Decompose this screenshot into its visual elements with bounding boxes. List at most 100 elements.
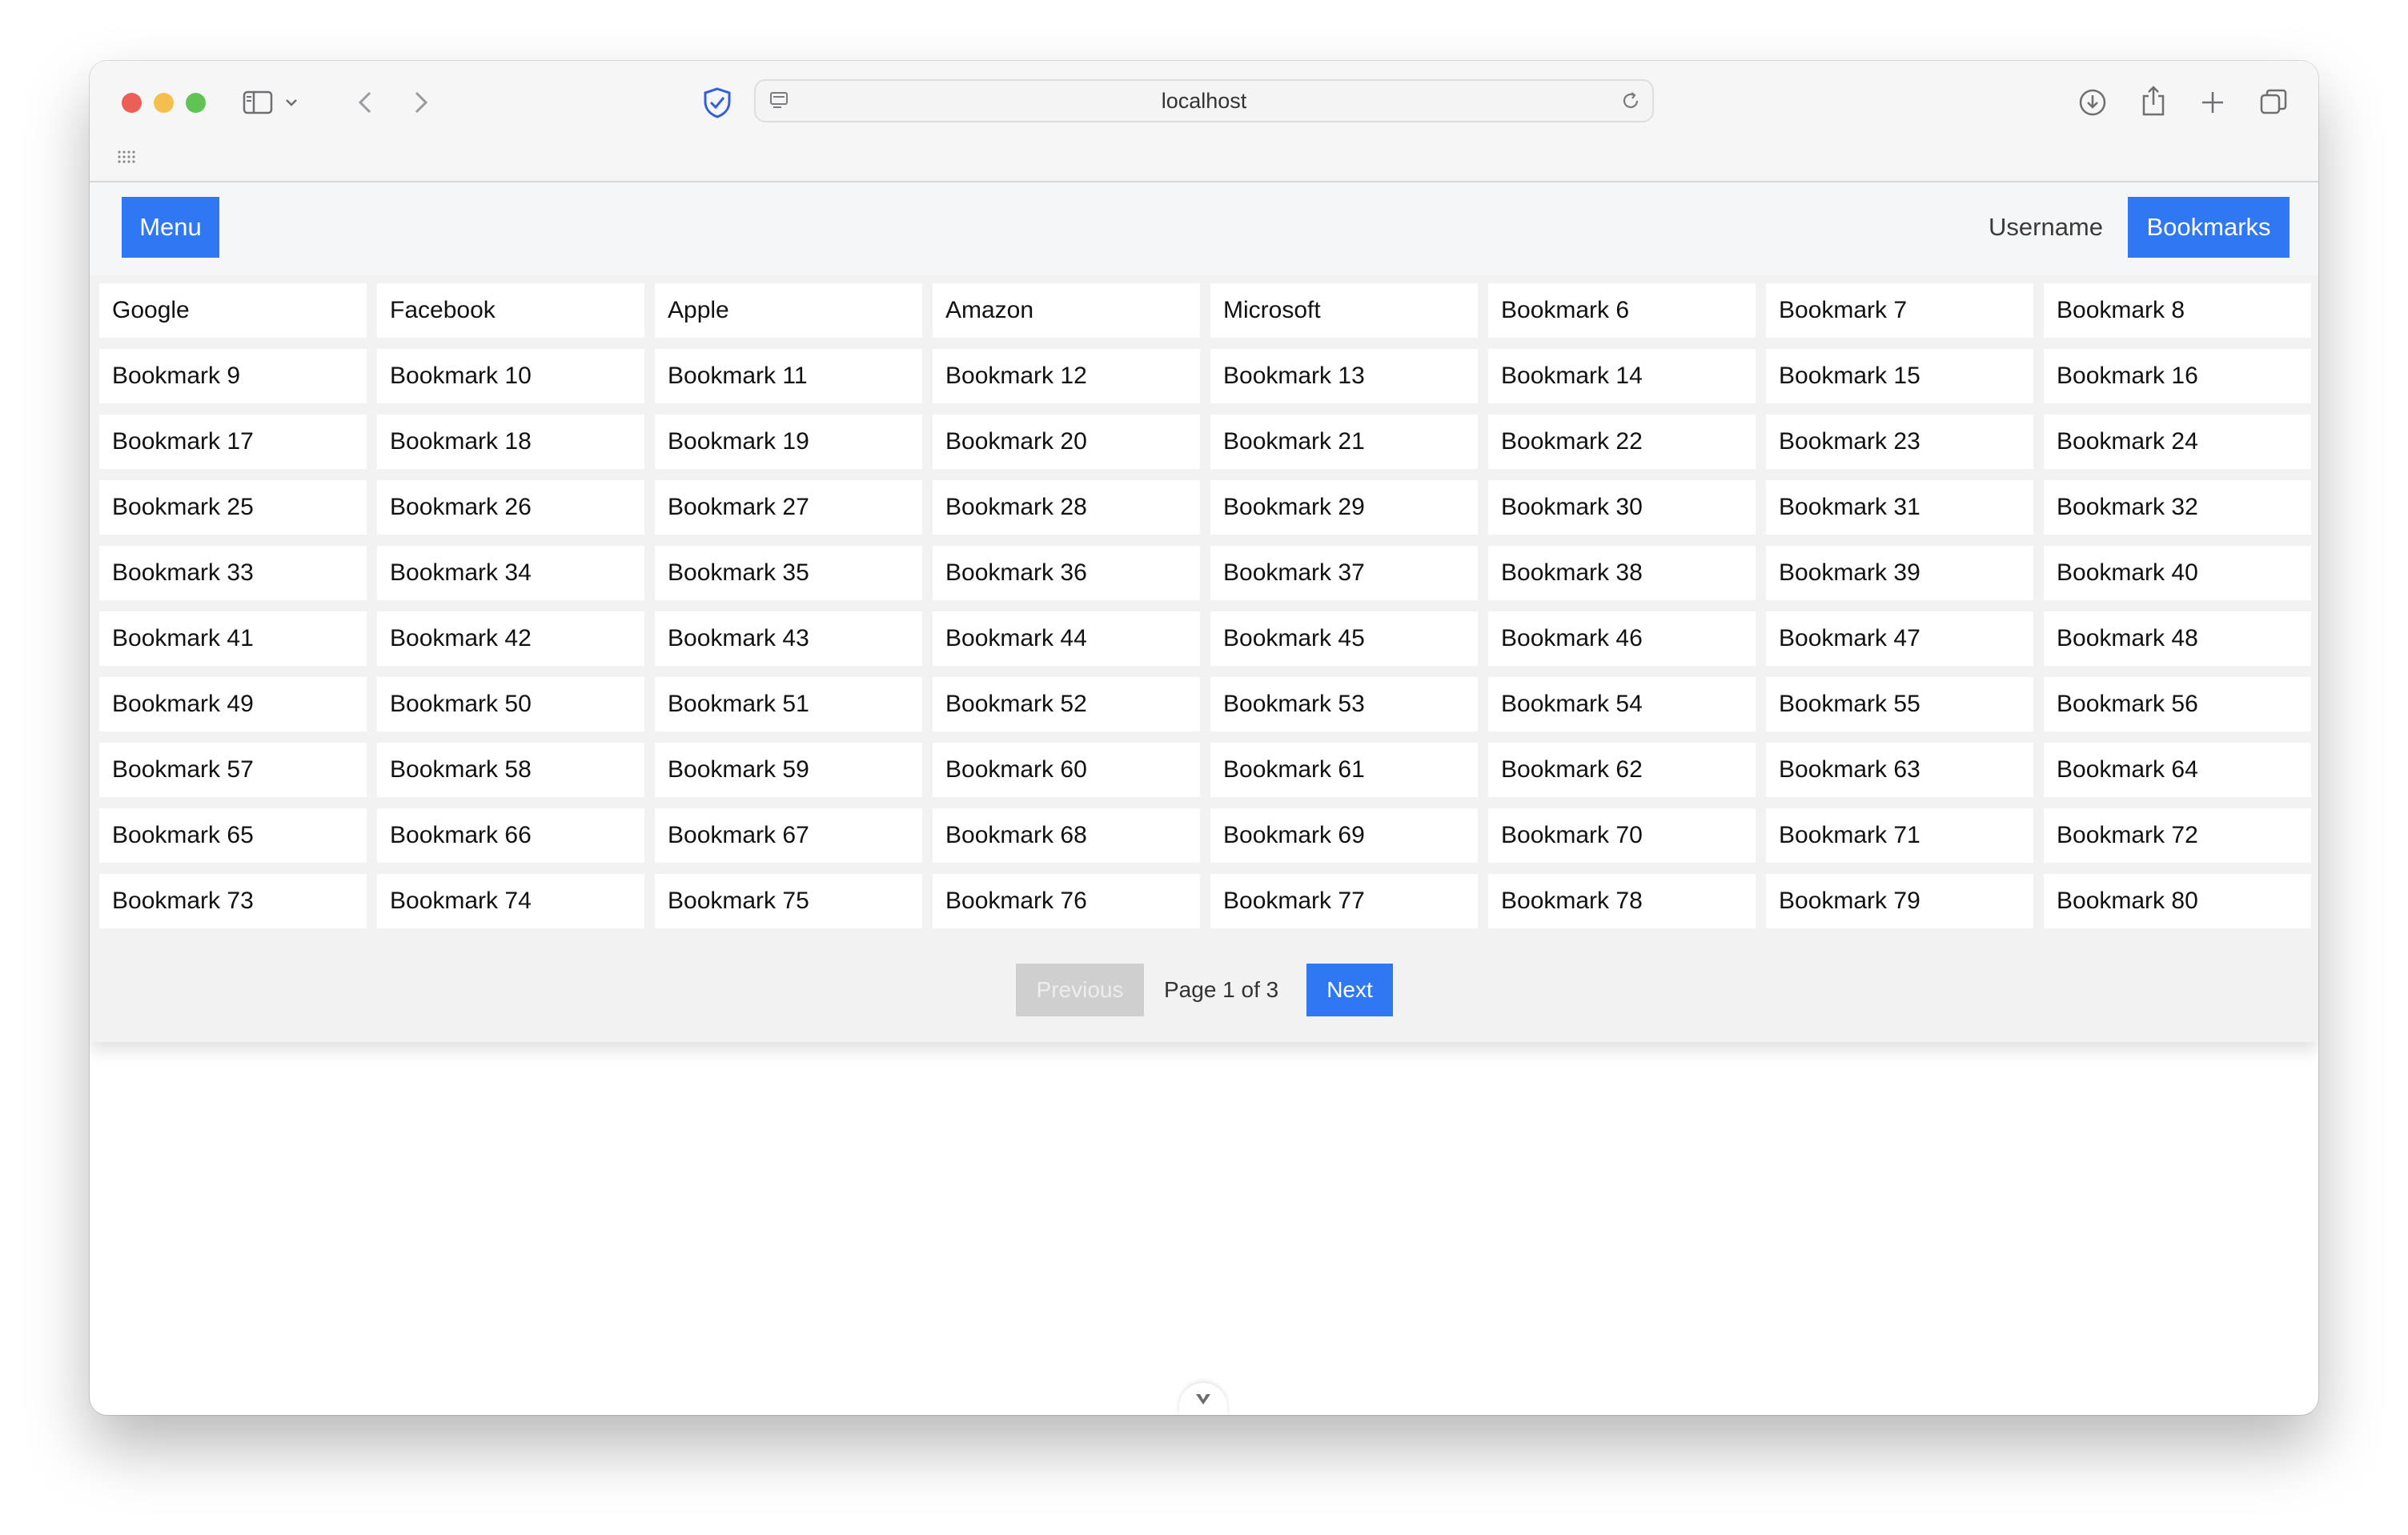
bookmarks-button[interactable]: Bookmarks	[2128, 197, 2290, 258]
share-icon[interactable]	[2137, 83, 2169, 118]
bookmark-item[interactable]: Bookmark 53	[1210, 677, 1478, 731]
next-page-button[interactable]: Next	[1306, 964, 1393, 1016]
url-text[interactable]: localhost	[756, 81, 1652, 121]
bookmark-item[interactable]: Bookmark 64	[2044, 743, 2311, 797]
close-window-button[interactable]	[122, 93, 142, 113]
bookmark-item[interactable]: Bookmark 13	[1210, 349, 1478, 403]
bookmark-item[interactable]: Bookmark 31	[1766, 480, 2033, 535]
back-icon[interactable]	[349, 86, 381, 118]
bookmark-item[interactable]: Bookmark 36	[933, 546, 1200, 600]
bookmark-item[interactable]: Bookmark 58	[377, 743, 644, 797]
reload-icon[interactable]	[1619, 89, 1643, 113]
forward-icon[interactable]	[405, 86, 437, 118]
bookmark-item[interactable]: Bookmark 76	[933, 874, 1200, 928]
bookmark-item[interactable]: Bookmark 18	[377, 415, 644, 469]
bookmark-item[interactable]: Bookmark 44	[933, 611, 1200, 666]
bookmark-item[interactable]: Bookmark 22	[1488, 415, 1756, 469]
previous-page-button[interactable]: Previous	[1016, 964, 1144, 1016]
bookmark-item[interactable]: Bookmark 75	[655, 874, 922, 928]
download-icon[interactable]	[2077, 86, 2109, 118]
menu-button[interactable]: Menu	[122, 197, 219, 258]
bookmark-item[interactable]: Bookmark 51	[655, 677, 922, 731]
bookmark-item[interactable]: Bookmark 49	[99, 677, 367, 731]
bookmark-item[interactable]: Bookmark 16	[2044, 349, 2311, 403]
bookmark-item[interactable]: Bookmark 46	[1488, 611, 1756, 666]
bookmark-item[interactable]: Bookmark 27	[655, 480, 922, 535]
bookmark-item[interactable]: Bookmark 68	[933, 808, 1200, 863]
bookmark-item[interactable]: Bookmark 10	[377, 349, 644, 403]
bookmark-item[interactable]: Bookmark 80	[2044, 874, 2311, 928]
bookmark-item[interactable]: Bookmark 34	[377, 546, 644, 600]
bookmark-item[interactable]: Bookmark 35	[655, 546, 922, 600]
bookmark-item[interactable]: Bookmark 77	[1210, 874, 1478, 928]
bookmark-item[interactable]: Google	[99, 283, 367, 338]
minimize-window-button[interactable]	[154, 93, 174, 113]
bookmark-item[interactable]: Bookmark 66	[377, 808, 644, 863]
bookmark-item[interactable]: Bookmark 63	[1766, 743, 2033, 797]
bookmark-item[interactable]: Bookmark 79	[1766, 874, 2033, 928]
bookmark-item[interactable]: Bookmark 43	[655, 611, 922, 666]
scroll-down-icon[interactable]	[1179, 1383, 1227, 1415]
bookmark-item[interactable]: Bookmark 25	[99, 480, 367, 535]
bookmark-item[interactable]: Bookmark 57	[99, 743, 367, 797]
bookmark-item[interactable]: Bookmark 17	[99, 415, 367, 469]
bookmark-item[interactable]: Bookmark 67	[655, 808, 922, 863]
bookmark-item[interactable]: Bookmark 40	[2044, 546, 2311, 600]
bookmark-item[interactable]: Bookmark 50	[377, 677, 644, 731]
bookmark-item[interactable]: Microsoft	[1210, 283, 1478, 338]
bookmark-item[interactable]: Bookmark 60	[933, 743, 1200, 797]
bookmark-item[interactable]: Bookmark 7	[1766, 283, 2033, 338]
address-bar[interactable]: localhost	[754, 79, 1654, 122]
bookmark-item[interactable]: Bookmark 78	[1488, 874, 1756, 928]
shield-icon[interactable]	[700, 85, 735, 120]
bookmark-item[interactable]: Bookmark 24	[2044, 415, 2311, 469]
bookmark-item[interactable]: Bookmark 61	[1210, 743, 1478, 797]
plus-icon[interactable]	[2197, 86, 2229, 118]
bookmark-item[interactable]: Bookmark 21	[1210, 415, 1478, 469]
bookmark-item[interactable]: Bookmark 33	[99, 546, 367, 600]
bookmark-item[interactable]: Bookmark 19	[655, 415, 922, 469]
bookmark-item[interactable]: Bookmark 45	[1210, 611, 1478, 666]
bookmark-item[interactable]: Apple	[655, 283, 922, 338]
bookmark-item[interactable]: Bookmark 54	[1488, 677, 1756, 731]
bookmark-item[interactable]: Bookmark 65	[99, 808, 367, 863]
bookmark-item[interactable]: Bookmark 26	[377, 480, 644, 535]
bookmark-item[interactable]: Bookmark 70	[1488, 808, 1756, 863]
bookmark-item[interactable]: Bookmark 15	[1766, 349, 2033, 403]
bookmark-item[interactable]: Bookmark 62	[1488, 743, 1756, 797]
bookmark-item[interactable]: Bookmark 30	[1488, 480, 1756, 535]
bookmark-item[interactable]: Bookmark 9	[99, 349, 367, 403]
bookmark-item[interactable]: Facebook	[377, 283, 644, 338]
chevron-down-icon[interactable]	[282, 93, 301, 112]
bookmark-item[interactable]: Bookmark 37	[1210, 546, 1478, 600]
bookmark-item[interactable]: Bookmark 69	[1210, 808, 1478, 863]
bookmark-item[interactable]: Bookmark 71	[1766, 808, 2033, 863]
bookmark-item[interactable]: Bookmark 29	[1210, 480, 1478, 535]
bookmark-item[interactable]: Bookmark 55	[1766, 677, 2033, 731]
bookmark-item[interactable]: Bookmark 38	[1488, 546, 1756, 600]
bookmark-item[interactable]: Bookmark 41	[99, 611, 367, 666]
bookmark-item[interactable]: Bookmark 23	[1766, 415, 2033, 469]
bookmark-item[interactable]: Bookmark 12	[933, 349, 1200, 403]
bookmark-item[interactable]: Bookmark 20	[933, 415, 1200, 469]
bookmark-item[interactable]: Bookmark 14	[1488, 349, 1756, 403]
bookmark-item[interactable]: Bookmark 42	[377, 611, 644, 666]
sidebar-icon[interactable]	[242, 86, 274, 118]
zoom-window-button[interactable]	[186, 93, 206, 113]
bookmark-item[interactable]: Bookmark 39	[1766, 546, 2033, 600]
bookmark-item[interactable]: Bookmark 72	[2044, 808, 2311, 863]
bookmark-item[interactable]: Bookmark 47	[1766, 611, 2033, 666]
bookmark-item[interactable]: Bookmark 56	[2044, 677, 2311, 731]
bookmark-item[interactable]: Bookmark 52	[933, 677, 1200, 731]
grid-dots-icon[interactable]	[115, 146, 138, 168]
bookmark-item[interactable]: Bookmark 73	[99, 874, 367, 928]
bookmark-item[interactable]: Bookmark 59	[655, 743, 922, 797]
bookmark-item[interactable]: Bookmark 8	[2044, 283, 2311, 338]
bookmark-item[interactable]: Amazon	[933, 283, 1200, 338]
bookmark-item[interactable]: Bookmark 48	[2044, 611, 2311, 666]
bookmark-item[interactable]: Bookmark 74	[377, 874, 644, 928]
bookmark-item[interactable]: Bookmark 28	[933, 480, 1200, 535]
bookmark-item[interactable]: Bookmark 6	[1488, 283, 1756, 338]
bookmark-item[interactable]: Bookmark 32	[2044, 480, 2311, 535]
bookmark-item[interactable]: Bookmark 11	[655, 349, 922, 403]
